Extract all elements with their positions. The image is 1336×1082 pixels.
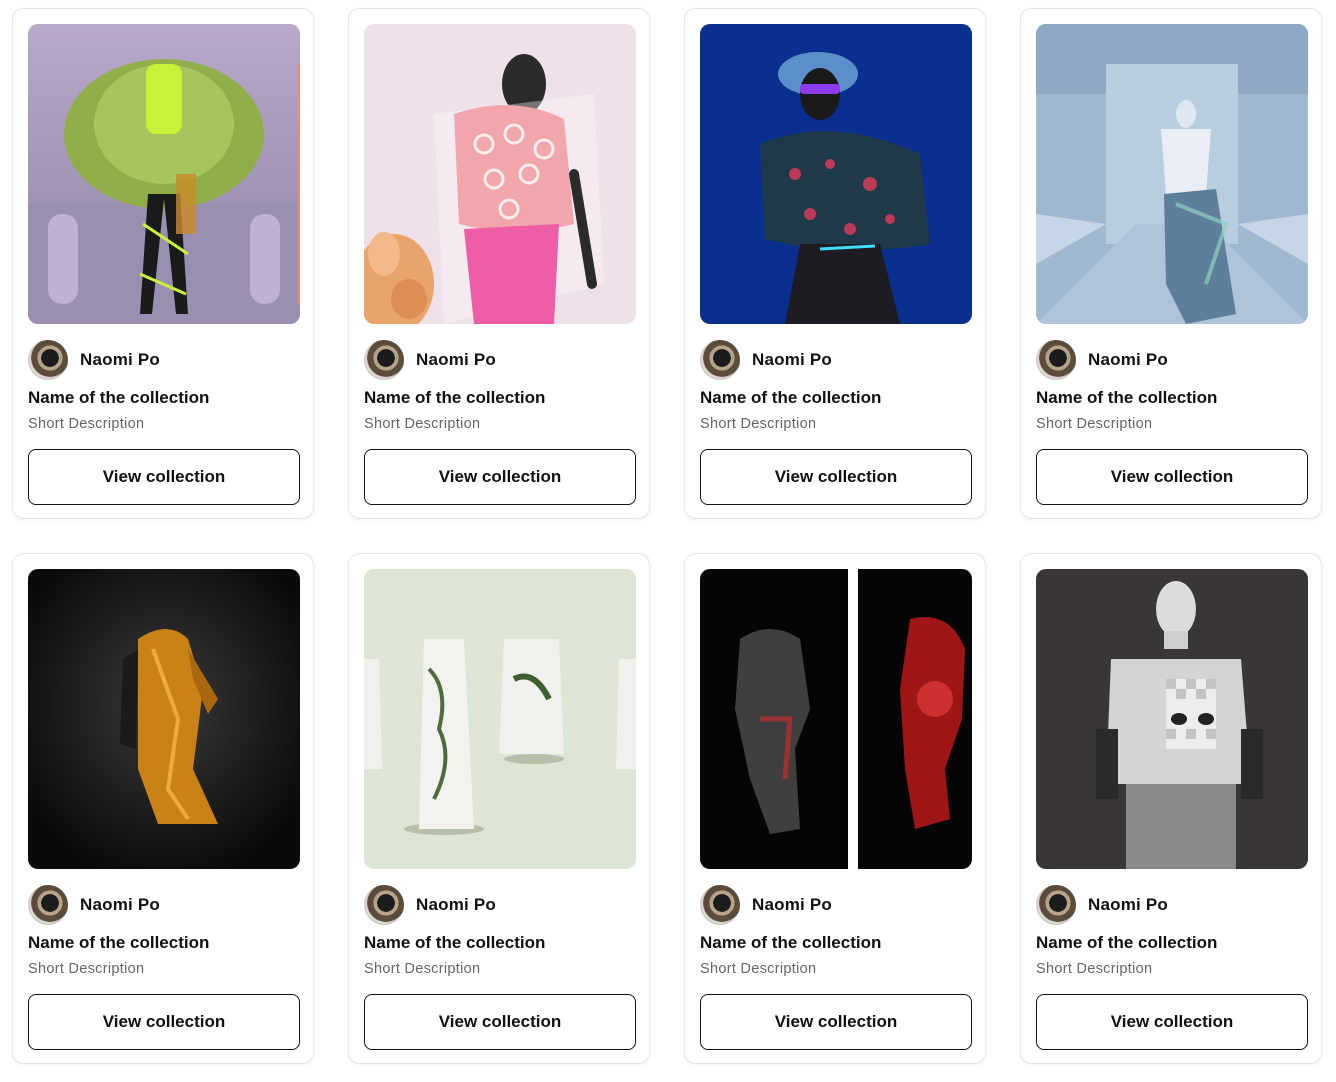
author-name: Naomi Po — [80, 350, 161, 369]
view-collection-button[interactable]: View collection — [28, 994, 300, 1050]
view-collection-button[interactable]: View collection — [28, 449, 300, 505]
collection-image[interactable] — [1036, 569, 1308, 869]
collection-image[interactable] — [700, 569, 972, 869]
author-row[interactable]: Naomi Po — [700, 340, 832, 380]
author-name: Naomi Po — [416, 350, 497, 369]
view-collection-button[interactable]: View collection — [1036, 449, 1308, 505]
author-avatar — [28, 340, 68, 380]
view-collection-button[interactable]: View collection — [1036, 994, 1308, 1050]
collection-title: Name of the collection — [700, 388, 882, 407]
collection-card: Naomi Po Name of the collection Short De… — [1020, 553, 1322, 1064]
author-name: Naomi Po — [752, 350, 833, 369]
author-avatar — [700, 340, 740, 380]
collection-description: Short Description — [364, 961, 481, 977]
collection-description: Short Description — [28, 961, 145, 977]
author-name: Naomi Po — [80, 895, 161, 914]
author-row[interactable]: Naomi Po — [1036, 340, 1168, 380]
author-row[interactable]: Naomi Po — [28, 340, 160, 380]
collection-description: Short Description — [1036, 416, 1153, 432]
collection-card: Naomi Po Name of the collection Short De… — [1020, 8, 1322, 519]
collection-title: Name of the collection — [364, 388, 546, 407]
collection-image[interactable] — [1036, 24, 1308, 324]
author-avatar — [700, 885, 740, 925]
collection-image[interactable] — [364, 569, 636, 869]
collection-title: Name of the collection — [364, 933, 546, 952]
collection-image[interactable] — [28, 569, 300, 869]
collection-title: Name of the collection — [1036, 933, 1218, 952]
author-avatar — [364, 340, 404, 380]
author-row[interactable]: Naomi Po — [364, 340, 496, 380]
collection-grid: Naomi Po Name of the collection Short De… — [0, 0, 1336, 1082]
author-row[interactable]: Naomi Po — [364, 885, 496, 925]
collection-card: Naomi Po Name of the collection Short De… — [348, 8, 650, 519]
author-avatar — [364, 885, 404, 925]
author-name: Naomi Po — [752, 895, 833, 914]
collection-title: Name of the collection — [1036, 388, 1218, 407]
collection-card: Naomi Po Name of the collection Short De… — [684, 553, 986, 1064]
view-collection-button[interactable]: View collection — [700, 994, 972, 1050]
collection-description: Short Description — [1036, 961, 1153, 977]
collection-description: Short Description — [28, 416, 145, 432]
collection-description: Short Description — [700, 961, 817, 977]
collection-card: Naomi Po Name of the collection Short De… — [348, 553, 650, 1064]
author-row[interactable]: Naomi Po — [28, 885, 160, 925]
author-avatar — [1036, 340, 1076, 380]
collection-title: Name of the collection — [700, 933, 882, 952]
collection-title: Name of the collection — [28, 388, 210, 407]
collection-card: Naomi Po Name of the collection Short De… — [684, 8, 986, 519]
collection-title: Name of the collection — [28, 933, 210, 952]
view-collection-button[interactable]: View collection — [364, 449, 636, 505]
collection-image[interactable] — [364, 24, 636, 324]
collection-description: Short Description — [700, 416, 817, 432]
view-collection-button[interactable]: View collection — [364, 994, 636, 1050]
author-name: Naomi Po — [1088, 895, 1169, 914]
author-name: Naomi Po — [416, 895, 497, 914]
author-name: Naomi Po — [1088, 350, 1169, 369]
author-avatar — [1036, 885, 1076, 925]
collection-card: Naomi Po Name of the collection Short De… — [12, 8, 314, 519]
collection-card: Naomi Po Name of the collection Short De… — [12, 553, 314, 1064]
view-collection-button[interactable]: View collection — [700, 449, 972, 505]
collection-image[interactable] — [700, 24, 972, 324]
collection-image[interactable] — [28, 24, 300, 324]
author-row[interactable]: Naomi Po — [1036, 885, 1168, 925]
author-avatar — [28, 885, 68, 925]
collection-description: Short Description — [364, 416, 481, 432]
author-row[interactable]: Naomi Po — [700, 885, 832, 925]
